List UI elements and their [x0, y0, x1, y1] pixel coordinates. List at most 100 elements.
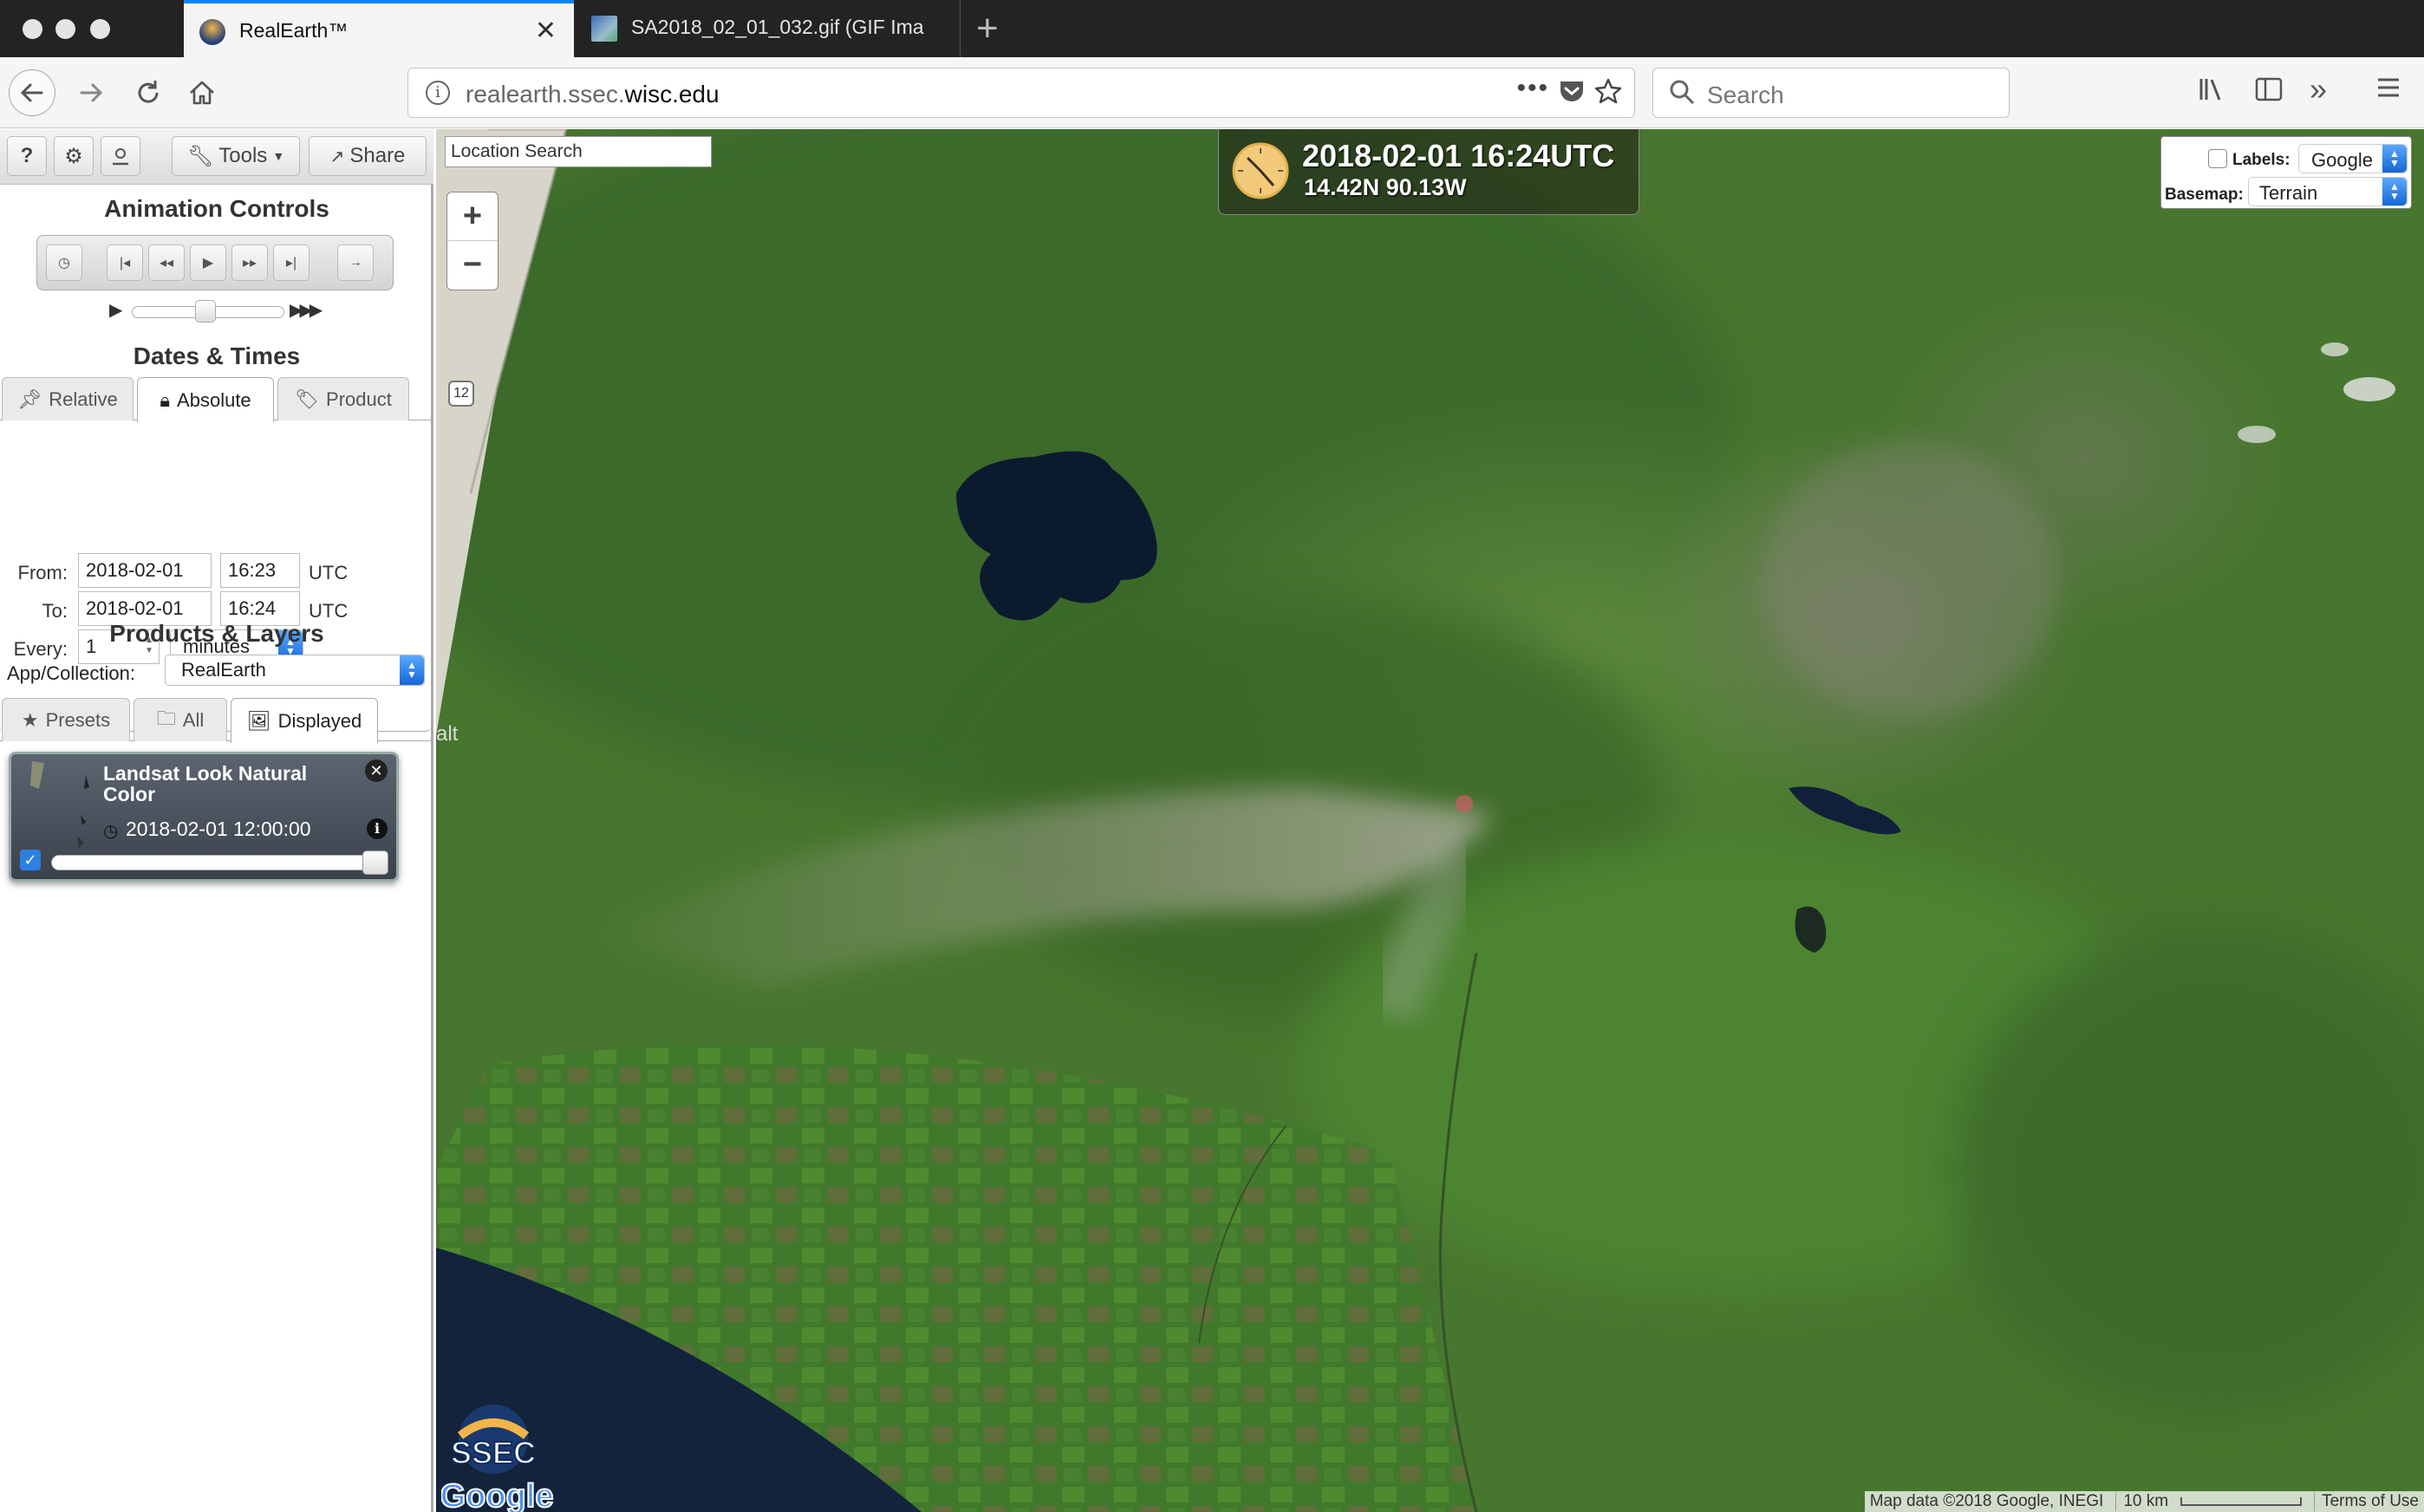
remove-layer-icon[interactable]: ✕	[365, 759, 388, 782]
from-date-input[interactable]: 2018-02-01	[78, 553, 212, 588]
user-button[interactable]	[101, 136, 140, 176]
arrow-left-icon	[20, 83, 43, 102]
loop-button[interactable]: →	[337, 244, 374, 281]
tab-displayed[interactable]: 🖼︎ Displayed	[231, 698, 378, 743]
bookmark-star-icon[interactable]	[1594, 77, 1622, 112]
help-button[interactable]: ?	[7, 136, 47, 176]
play-button[interactable]: ▶	[190, 244, 226, 281]
tab-all[interactable]: 🗀 All	[134, 698, 227, 741]
settings-button[interactable]: ⚙	[54, 136, 94, 176]
sidebar-toolbar: ? ⚙ 🔧︎ Tools ▼ ↗ Share	[0, 129, 433, 185]
fast-speed-icon: ▶▶▶	[290, 301, 323, 320]
step-back-button[interactable]: ◂◂	[148, 244, 185, 281]
gear-icon: ⚙	[64, 144, 83, 168]
browser-title-bar: RealEarth™ ✕ SA2018_02_01_032.gif (GIF I…	[0, 0, 2424, 57]
location-search-input[interactable]: Location Search	[445, 136, 712, 167]
ssec-google-logo: SSEC Google	[441, 1404, 554, 1512]
tab-gif-image[interactable]: SA2018_02_01_032.gif (GIF Ima	[576, 0, 961, 57]
minimize-window-button[interactable]	[55, 19, 75, 39]
slow-speed-icon: ▶	[109, 301, 123, 320]
maximize-window-button[interactable]	[90, 19, 110, 39]
tab-title: SA2018_02_01_032.gif (GIF Ima	[631, 16, 924, 38]
page-actions-icon[interactable]: •••	[1516, 74, 1549, 103]
wrench-icon: 🔧︎	[186, 144, 214, 168]
clock-button[interactable]: ◷	[46, 244, 82, 281]
time-display: 2018-02-01 16:24UTC 14.42N 90.13W	[1218, 129, 1639, 215]
rewind-icon: ◂◂	[159, 256, 174, 270]
tab-realearth[interactable]: RealEarth™ ✕	[184, 0, 574, 57]
hamburger-menu-icon[interactable]	[2375, 75, 2401, 108]
close-window-button[interactable]	[23, 19, 42, 39]
collection-label: App/Collection:	[7, 662, 135, 684]
clock-icon: ◷	[58, 256, 70, 270]
dates-times-heading: Dates & Times	[133, 342, 301, 369]
layer-visibility-checkbox[interactable]: ✓	[20, 850, 41, 870]
map-view[interactable]: Location Search + − 12 alt 2018-02-01 16…	[436, 129, 2424, 1512]
tab-presets[interactable]: ★ Presets	[2, 698, 130, 741]
skip-end-icon: ▸|	[285, 256, 297, 270]
labels-label: Labels:	[2232, 151, 2290, 169]
clock-coordinates: 14.42N 90.13W	[1304, 174, 1467, 200]
animation-controls-heading: Animation Controls	[104, 195, 329, 222]
layers-tabs: ★ Presets 🗀 All 🖼︎ Displayed	[0, 698, 433, 743]
collection-select[interactable]: RealEarth ▲ ▼	[165, 655, 425, 686]
tab-title: RealEarth™	[239, 19, 349, 42]
image-favicon-icon	[591, 16, 617, 42]
forward-button[interactable]	[68, 69, 114, 116]
basemap-select[interactable]: Terrain ▲ ▼	[2248, 177, 2408, 206]
layer-info-icon[interactable]: i	[367, 818, 388, 839]
home-button[interactable]	[179, 69, 225, 116]
opacity-slider-thumb[interactable]	[362, 850, 388, 875]
tab-relative[interactable]: 📌︎ Relative	[2, 377, 134, 420]
from-time-input[interactable]: 16:23	[220, 553, 300, 588]
caret-down-icon: ▼	[272, 149, 285, 163]
labels-checkbox[interactable]	[2208, 149, 2227, 168]
home-icon	[190, 81, 214, 105]
share-button[interactable]: ↗ Share	[309, 136, 427, 176]
labels-select[interactable]: Google ▲ ▼	[2298, 144, 2408, 173]
tag-icon: 🏷︎	[295, 388, 320, 410]
folder-icon: 🗀	[156, 707, 176, 729]
close-tab-icon[interactable]: ✕	[535, 16, 557, 46]
first-frame-button[interactable]: |◂	[107, 244, 143, 281]
scale-bar	[2180, 1497, 2303, 1506]
site-info-icon[interactable]: i	[426, 81, 450, 105]
basemap-label: Basemap:	[2165, 186, 2244, 204]
products-layers-heading: Products & Layers	[109, 620, 324, 647]
clock-datetime: 2018-02-01 16:24UTC	[1302, 138, 1615, 173]
skip-start-icon: |◂	[119, 256, 131, 270]
back-button[interactable]	[9, 69, 55, 116]
map-attribution: Map data ©2018 Google, INEGI	[1869, 1492, 2104, 1510]
user-icon	[113, 148, 128, 166]
browser-search-field[interactable]: Search	[1652, 68, 2010, 118]
layer-timestamp: 2018-02-01 12:00:00	[126, 818, 311, 840]
navigation-toolbar: i realearth.ssec.wisc.edu ••• Search »	[0, 57, 2424, 128]
map-attribution-bar: Map data ©2018 Google, INEGI 10 km Terms…	[1864, 1491, 2424, 1512]
layer-opacity-slider[interactable]	[51, 850, 388, 875]
reload-button[interactable]	[125, 69, 172, 116]
new-tab-button[interactable]: +	[976, 7, 999, 50]
clock-icon	[1232, 142, 1289, 199]
library-icon[interactable]	[2197, 75, 2226, 111]
pocket-icon[interactable]	[1558, 77, 1586, 112]
from-utc-label: UTC	[309, 562, 349, 583]
tab-product[interactable]: 🏷︎ Product	[277, 377, 409, 420]
overflow-menu-icon[interactable]: »	[2310, 71, 2327, 108]
step-forward-button[interactable]: ▸▸	[231, 244, 268, 281]
layer-card-landsat[interactable]: Landsat Look Natural Color ✕ ◷ 2018-02-0…	[9, 752, 399, 882]
zoom-in-button[interactable]: +	[447, 192, 498, 241]
terms-of-use-link[interactable]: Terms of Use	[2314, 1492, 2419, 1511]
zoom-out-button[interactable]: −	[447, 241, 498, 290]
image-icon: 🖼︎	[246, 709, 271, 732]
url-bar[interactable]: i realearth.ssec.wisc.edu •••	[407, 68, 1635, 118]
tools-menu-button[interactable]: 🔧︎ Tools ▼	[172, 136, 300, 176]
arrow-right-icon: →	[349, 255, 362, 270]
animation-speed-slider[interactable]	[132, 300, 284, 323]
animation-controls: ◷ |◂ ◂◂ ▶ ▸▸ ▸| →	[36, 235, 394, 290]
speed-slider-thumb[interactable]	[195, 300, 216, 323]
map-options-panel: Labels: Google ▲ ▼ Basemap: Terrain ▲ ▼	[2160, 136, 2412, 209]
last-frame-button[interactable]: ▸|	[273, 244, 310, 281]
sidebar-toggle-icon[interactable]	[2254, 75, 2284, 111]
tab-absolute[interactable]: 🔒︎ Absolute	[137, 377, 274, 422]
select-arrows-icon: ▲ ▼	[2382, 178, 2407, 205]
